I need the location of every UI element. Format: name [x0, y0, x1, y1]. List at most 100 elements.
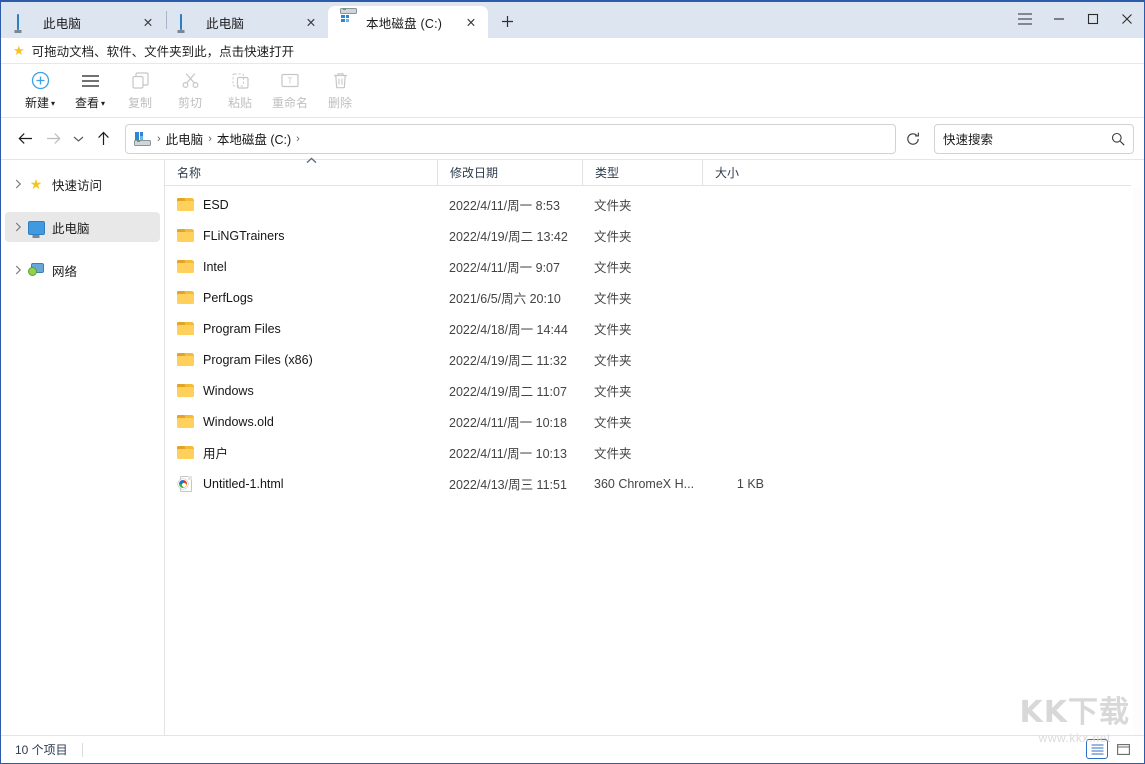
- file-date-cell: 2022/4/18/周一 14:44: [437, 313, 582, 344]
- breadcrumb-bar[interactable]: › 此电脑 › 本地磁盘 (C:) ›: [125, 124, 896, 154]
- folder-icon: [177, 353, 194, 366]
- file-type-cell: 文件夹: [582, 313, 702, 344]
- file-date-cell: 2022/4/11/周一 8:53: [437, 189, 582, 220]
- folder-icon: [177, 229, 194, 242]
- file-name-label: Windows: [203, 384, 254, 398]
- table-row[interactable]: Windows2022/4/19/周二 11:07文件夹: [165, 375, 1144, 406]
- chevron-right-icon[interactable]: [9, 265, 27, 275]
- column-header-type[interactable]: 类型: [582, 160, 702, 186]
- search-input[interactable]: 快速搜索: [934, 124, 1134, 154]
- refresh-icon[interactable]: [900, 126, 926, 152]
- table-row[interactable]: 用户2022/4/11/周一 10:13文件夹: [165, 437, 1144, 468]
- table-row[interactable]: Untitled-1.html2022/4/13/周三 11:51360 Chr…: [165, 468, 1144, 499]
- tab-label: 本地磁盘 (C:): [366, 13, 454, 32]
- close-icon[interactable]: ✕: [300, 11, 322, 33]
- file-date-cell: 2022/4/11/周一 10:18: [437, 406, 582, 437]
- file-date-cell: 2022/4/19/周二 13:42: [437, 220, 582, 251]
- explorer-body: ★ 快速访问 此电脑 网络: [1, 160, 1144, 735]
- tab-label: 此电脑: [206, 13, 294, 32]
- copy-button-label: 复制: [128, 94, 152, 111]
- up-button[interactable]: [89, 125, 117, 153]
- breadcrumb-item-this-pc[interactable]: 此电脑: [163, 129, 207, 148]
- column-header-name[interactable]: 名称: [165, 160, 437, 186]
- network-icon: [27, 263, 45, 278]
- forward-button[interactable]: [39, 125, 67, 153]
- details-view-icon[interactable]: [1086, 739, 1108, 759]
- file-type-cell: 文件夹: [582, 344, 702, 375]
- delete-button-label: 删除: [328, 94, 352, 111]
- rename-button[interactable]: T 重命名: [265, 68, 315, 114]
- file-type-cell: 文件夹: [582, 406, 702, 437]
- drag-hint-bar[interactable]: ★ 可拖动文档、软件、文件夹到此，点击快速打开: [1, 38, 1144, 64]
- sidebar-item-this-pc[interactable]: 此电脑: [5, 212, 160, 242]
- view-button[interactable]: 查看▾: [65, 68, 115, 114]
- file-size-cell: [702, 406, 782, 437]
- file-name-label: Program Files (x86): [203, 353, 313, 367]
- file-size-cell: [702, 189, 782, 220]
- close-icon[interactable]: ✕: [137, 11, 159, 33]
- cut-button[interactable]: 剪切: [165, 68, 215, 114]
- sidebar-item-quick-access[interactable]: ★ 快速访问: [5, 169, 160, 199]
- file-name-cell: ESD: [165, 189, 437, 220]
- back-button[interactable]: [11, 125, 39, 153]
- tab-this-pc-2[interactable]: 此电脑 ✕: [168, 6, 328, 38]
- sidebar-item-network[interactable]: 网络: [5, 255, 160, 285]
- rename-icon: T: [281, 71, 299, 91]
- drive-icon: [134, 131, 151, 146]
- view-mode-buttons: [1086, 739, 1134, 759]
- file-list-pane: 名称 修改日期 类型 大小 ESD2022/4/11/周一 8:53文件夹FLi…: [165, 160, 1144, 735]
- table-row[interactable]: ESD2022/4/11/周一 8:53文件夹: [165, 189, 1144, 220]
- new-button[interactable]: 新建▾: [15, 68, 65, 114]
- file-name-label: 用户: [203, 443, 228, 462]
- maximize-icon[interactable]: [1076, 2, 1110, 36]
- file-date-cell: 2022/4/19/周二 11:32: [437, 344, 582, 375]
- sidebar-item-label: 此电脑: [52, 218, 90, 237]
- table-row[interactable]: PerfLogs2021/6/5/周六 20:10文件夹: [165, 282, 1144, 313]
- column-header-size[interactable]: 大小: [702, 160, 782, 186]
- column-header-row: 名称 修改日期 类型 大小: [165, 160, 1144, 186]
- chevron-right-icon[interactable]: [9, 222, 27, 232]
- scissors-icon: [182, 71, 199, 91]
- file-name-cell: 用户: [165, 437, 437, 468]
- file-size-cell: [702, 282, 782, 313]
- paste-button[interactable]: 粘贴: [215, 68, 265, 114]
- search-placeholder: 快速搜索: [943, 129, 1111, 148]
- table-row[interactable]: Intel2022/4/11/周一 9:07文件夹: [165, 251, 1144, 282]
- folder-icon: [177, 446, 194, 459]
- delete-button[interactable]: 删除: [315, 68, 365, 114]
- file-type-cell: 文件夹: [582, 189, 702, 220]
- new-tab-button[interactable]: [492, 6, 522, 36]
- table-row[interactable]: Program Files2022/4/18/周一 14:44文件夹: [165, 313, 1144, 344]
- recent-locations-button[interactable]: [67, 125, 89, 153]
- file-name-cell: Intel: [165, 251, 437, 282]
- minimize-icon[interactable]: [1042, 2, 1076, 36]
- file-type-cell: 文件夹: [582, 251, 702, 282]
- tab-local-disk-c[interactable]: 本地磁盘 (C:) ✕: [328, 6, 488, 38]
- chevron-right-icon[interactable]: [9, 179, 27, 189]
- folder-icon: [177, 384, 194, 397]
- tab-this-pc-1[interactable]: 此电脑 ✕: [5, 6, 165, 38]
- table-row[interactable]: FLiNGTrainers2022/4/19/周二 13:42文件夹: [165, 220, 1144, 251]
- file-name-cell: FLiNGTrainers: [165, 220, 437, 251]
- close-icon[interactable]: ✕: [460, 11, 482, 33]
- copy-button[interactable]: 复制: [115, 68, 165, 114]
- file-name-label: Untitled-1.html: [203, 477, 284, 491]
- hamburger-menu-icon[interactable]: [1008, 2, 1042, 36]
- breadcrumb-separator: ›: [155, 133, 163, 145]
- file-type-cell: 文件夹: [582, 282, 702, 313]
- folder-icon: [177, 260, 194, 273]
- paste-button-label: 粘贴: [228, 94, 252, 111]
- column-header-date-modified[interactable]: 修改日期: [437, 160, 582, 186]
- sidebar-item-label: 网络: [52, 261, 77, 280]
- vertical-scrollbar[interactable]: [1131, 160, 1144, 735]
- close-icon[interactable]: [1110, 2, 1144, 36]
- breadcrumb-item-local-disk[interactable]: 本地磁盘 (C:): [214, 129, 294, 148]
- table-row[interactable]: Program Files (x86) 2022/4/19/周二 11:32文件夹: [165, 344, 1144, 375]
- folder-icon: [177, 322, 194, 335]
- table-row[interactable]: Windows.old2022/4/11/周一 10:18文件夹: [165, 406, 1144, 437]
- tiles-view-icon[interactable]: [1112, 739, 1134, 759]
- trash-icon: [333, 71, 348, 91]
- search-icon: [1111, 132, 1125, 146]
- plus-circle-icon: [31, 71, 50, 91]
- file-size-cell: [702, 344, 782, 375]
